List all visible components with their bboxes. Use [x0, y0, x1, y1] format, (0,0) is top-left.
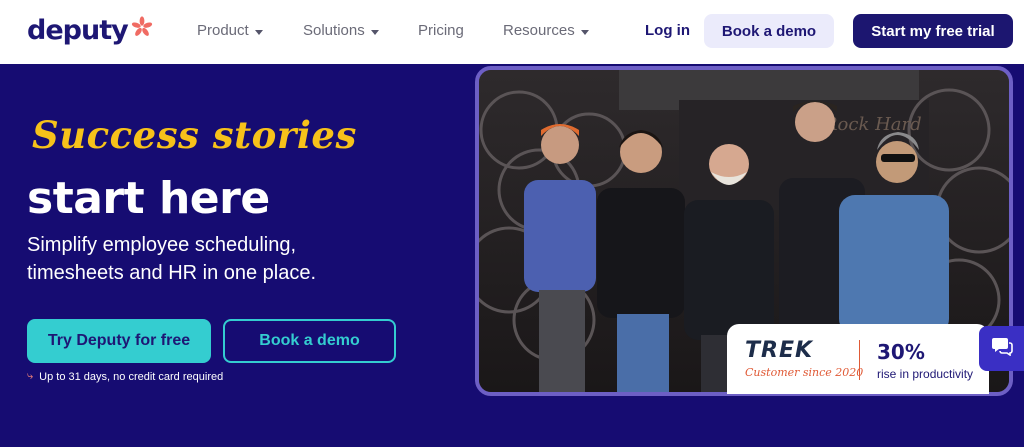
stat-label: rise in productivity: [877, 367, 974, 381]
caret-down-icon: [580, 29, 589, 35]
fineprint-text: Up to 31 days, no credit card required: [39, 370, 224, 383]
chat-bubble-icon: [991, 336, 1013, 361]
nav-solutions[interactable]: Solutions: [303, 22, 379, 40]
fineprint: ⤷ Up to 31 days, no credit card required: [27, 370, 223, 383]
card-divider: [859, 340, 860, 380]
caret-down-icon: [254, 29, 263, 35]
stat-value: 30%: [877, 340, 925, 364]
hero-book-demo-button[interactable]: Book a demo: [223, 319, 396, 363]
nav-resources-label: Resources: [503, 22, 575, 39]
squiggle-arrow-icon: ⤷: [27, 370, 34, 382]
book-demo-button[interactable]: Book a demo: [704, 14, 834, 48]
svg-text:Rock Hard: Rock Hard: [823, 114, 922, 135]
logo-text: deputy: [27, 15, 129, 46]
deputy-logo[interactable]: deputy: [27, 14, 153, 48]
hero-script-heading: Success stories: [32, 113, 357, 157]
hero-main-heading: start here: [27, 173, 270, 224]
nav-product-label: Product: [197, 22, 249, 39]
nav-pricing-label: Pricing: [418, 22, 464, 39]
try-deputy-button[interactable]: Try Deputy for free: [27, 319, 211, 363]
nav-product[interactable]: Product: [197, 22, 263, 40]
caret-down-icon: [370, 29, 379, 35]
customer-since-label: Customer since 2020: [745, 366, 864, 379]
top-navbar: deputy Product Solutions Pricing Resourc…: [0, 0, 1024, 64]
hero-subtext: Simplify employee scheduling, timesheets…: [27, 234, 317, 284]
start-free-trial-button[interactable]: Start my free trial: [853, 14, 1013, 48]
nav-resources[interactable]: Resources: [503, 22, 589, 40]
asterisk-logo-icon: [131, 15, 153, 43]
nav-pricing[interactable]: Pricing: [418, 22, 464, 40]
trek-brand-logo: TREK: [745, 338, 814, 363]
nav-solutions-label: Solutions: [303, 22, 365, 39]
testimonial-stat-card: TREK Customer since 2020 30% rise in pro…: [727, 324, 989, 394]
login-link[interactable]: Log in: [645, 22, 690, 40]
chat-widget-button[interactable]: [979, 326, 1024, 371]
